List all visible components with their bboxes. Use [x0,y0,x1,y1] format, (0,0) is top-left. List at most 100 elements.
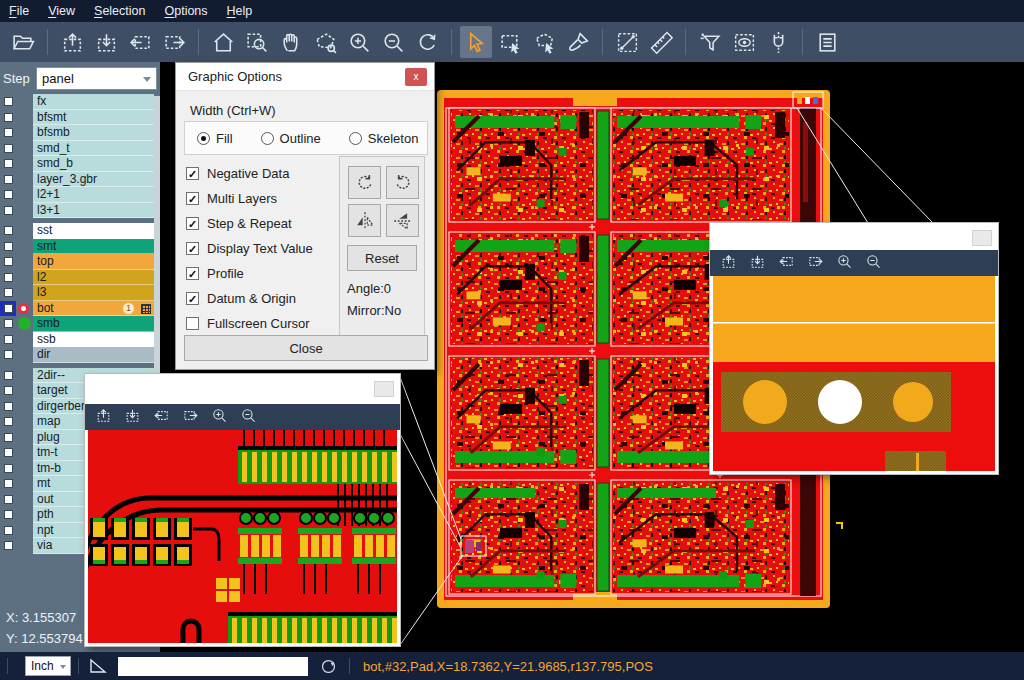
layer-name[interactable]: sst [33,223,154,239]
layer-row[interactable]: bfsmb [0,125,160,141]
layer-row[interactable]: smb [0,316,160,332]
layer-row[interactable]: smd_t [0,141,160,157]
layer-indicator-cell[interactable] [16,301,33,317]
layer-indicator-cell[interactable] [16,445,33,461]
shift-right-tool[interactable] [807,253,824,274]
layer-row[interactable]: l3+1 [0,203,160,219]
command-input[interactable] [118,657,308,676]
rotate-ccw-button[interactable] [386,166,419,199]
view-options-tool[interactable] [728,26,760,58]
open-tool[interactable] [7,26,39,58]
radio-fill[interactable]: Fill [197,131,233,146]
zoom-out-tool[interactable] [865,253,882,274]
radio-outline[interactable]: Outline [261,131,321,146]
layer-indicator-cell[interactable] [16,332,33,348]
layer-indicator-cell[interactable] [16,368,33,384]
angle-mode-icon[interactable] [88,656,108,676]
layer-indicator-cell[interactable] [16,399,33,415]
step-select[interactable]: panel [36,67,157,90]
layer-row[interactable]: l3 [0,285,160,301]
filter-tool[interactable] [694,26,726,58]
layer-name[interactable]: l3+1 [33,203,154,219]
reset-button[interactable]: Reset [347,245,417,271]
flip-h-button[interactable] [348,204,381,237]
shift-left-tool[interactable] [124,26,156,58]
layer-name[interactable]: l2+1 [33,187,154,203]
layer-name[interactable]: layer_3.gbr [33,172,154,188]
menu-view[interactable]: View [48,4,75,18]
layer-visibility-checkbox[interactable] [0,156,16,172]
layer-visibility-checkbox[interactable] [0,125,16,141]
layer-indicator-cell[interactable] [16,110,33,126]
layer-visibility-checkbox[interactable] [0,254,16,270]
layer-indicator-cell[interactable] [16,476,33,492]
upload-tool[interactable] [56,26,88,58]
layer-visibility-checkbox[interactable] [0,383,16,399]
layer-visibility-checkbox[interactable] [0,110,16,126]
layer-row[interactable]: layer_3.gbr [0,172,160,188]
ruler-tool[interactable] [645,26,677,58]
layer-indicator-cell[interactable] [16,507,33,523]
layer-row[interactable]: ssb [0,332,160,348]
layer-visibility-checkbox[interactable] [0,523,16,539]
layer-visibility-checkbox[interactable] [0,368,16,384]
layer-name[interactable]: l3 [33,285,154,301]
zoom-out-tool[interactable] [377,26,409,58]
layer-indicator-cell[interactable] [16,285,33,301]
layer-visibility-checkbox[interactable] [0,223,16,239]
layer-indicator-cell[interactable] [16,172,33,188]
menu-help[interactable]: Help [227,4,253,18]
layer-visibility-checkbox[interactable] [0,270,16,286]
layer-row[interactable]: bot1 [0,301,160,317]
unit-select[interactable]: Inch [25,656,71,676]
layer-name[interactable]: fx [33,94,154,110]
layer-indicator-cell[interactable] [16,461,33,477]
zoom-in-tool[interactable] [211,407,228,428]
home-tool[interactable] [207,26,239,58]
layer-visibility-checkbox[interactable] [0,476,16,492]
zoom-out-tool[interactable] [240,407,257,428]
layer-row[interactable]: dir [0,347,160,363]
layer-visibility-checkbox[interactable] [0,141,16,157]
layer-indicator-cell[interactable] [16,270,33,286]
layer-indicator-cell[interactable] [16,430,33,446]
measure-tool[interactable] [611,26,643,58]
checkbox-multi-layers[interactable]: ✓Multi Layers [186,186,313,211]
report-tool[interactable] [811,26,843,58]
checkbox-fullscreen-cursor[interactable]: Fullscreen Cursor [186,311,313,336]
layer-name[interactable]: ssb [33,332,154,348]
shift-right-tool[interactable] [158,26,190,58]
layer-name[interactable]: smb [33,316,154,332]
checkbox-datum-origin[interactable]: ✓Datum & Origin [186,286,313,311]
layer-indicator-cell[interactable] [16,141,33,157]
layer-row[interactable]: smt [0,239,160,255]
window-button[interactable] [374,381,394,397]
upload-tool[interactable] [720,253,737,274]
menu-options[interactable]: Options [164,4,207,18]
refresh-icon[interactable] [320,658,337,675]
layer-visibility-checkbox[interactable] [0,301,16,317]
shift-left-tool[interactable] [153,407,170,428]
layer-row[interactable]: l2+1 [0,187,160,203]
zoom-window-tool[interactable] [241,26,273,58]
layer-visibility-checkbox[interactable] [0,332,16,348]
layer-visibility-checkbox[interactable] [0,538,16,554]
layer-indicator-cell[interactable] [16,254,33,270]
layer-visibility-checkbox[interactable] [0,399,16,415]
layer-visibility-checkbox[interactable] [0,414,16,430]
select-rect-tool[interactable] [494,26,526,58]
layer-row[interactable]: bfsmt [0,110,160,126]
download-tool[interactable] [749,253,766,274]
layer-name[interactable]: top [33,254,154,270]
checkbox-display-text-value[interactable]: ✓Display Text Value [186,236,313,261]
zoom-window-titlebar[interactable] [85,374,400,404]
checkbox-step-repeat[interactable]: ✓Step & Repeat [186,211,313,236]
layer-indicator-cell[interactable] [16,125,33,141]
zoom-in-tool[interactable] [836,253,853,274]
menu-file[interactable]: File [9,4,29,18]
layer-name[interactable]: smd_t [33,141,154,157]
layer-visibility-checkbox[interactable] [0,203,16,219]
layer-indicator-cell[interactable] [16,347,33,363]
download-tool[interactable] [90,26,122,58]
menu-selection[interactable]: Selection [94,4,145,18]
